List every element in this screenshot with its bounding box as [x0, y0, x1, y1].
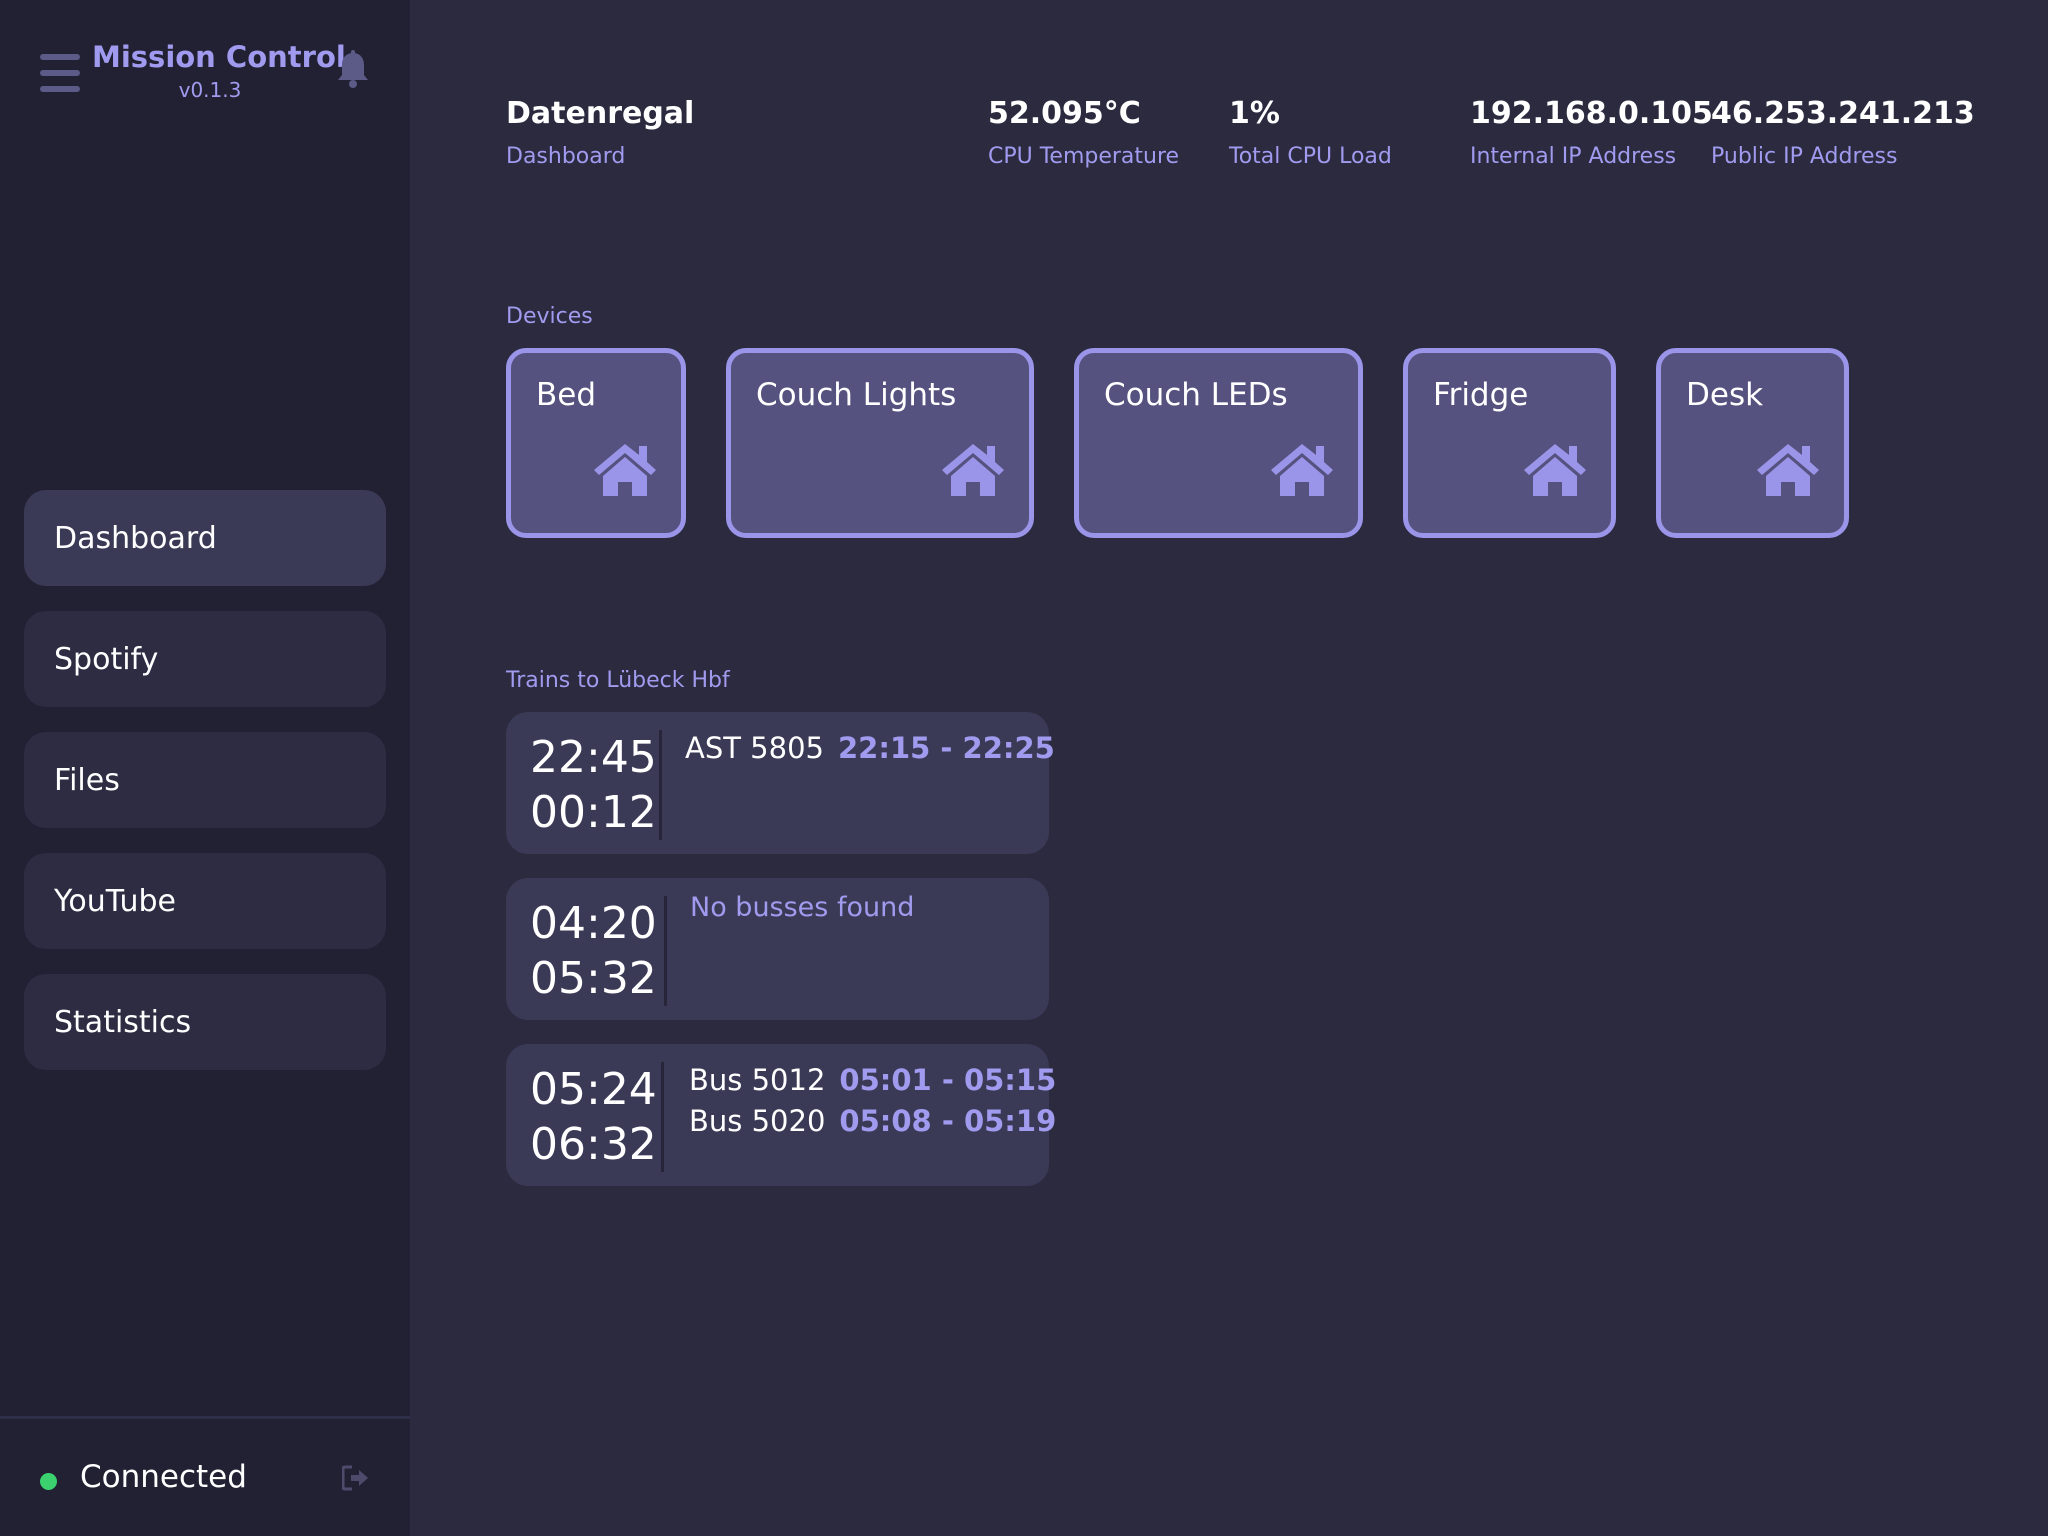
connection-times: 05:08 - 05:19 [839, 1104, 1057, 1138]
connection-list: AST 5805 22:15 - 22:25 [685, 728, 1055, 769]
departure-time: 04:20 [530, 898, 657, 949]
trains-heading: Trains to Lübeck Hbf [506, 668, 730, 693]
stat-value: 1% [1229, 96, 1280, 131]
stat-label: Total CPU Load [1229, 144, 1392, 169]
stat-value: 52.095°C [988, 96, 1141, 131]
home-icon [942, 444, 1004, 496]
train-card: 04:20 05:32 No busses found [506, 878, 1049, 1020]
device-name: Bed [536, 377, 597, 413]
divider [659, 730, 662, 840]
connection-line: Bus 5020 [689, 1104, 826, 1138]
stat-label: Public IP Address [1711, 144, 1898, 169]
device-name: Couch Lights [756, 377, 957, 413]
connection-line: AST 5805 [685, 731, 824, 765]
connection-times: 22:15 - 22:25 [837, 731, 1055, 765]
train-card: 05:24 06:32 Bus 5012 05:01 - 05:15 Bus 50… [506, 1044, 1056, 1186]
time-range: 05:24 06:32 [530, 1062, 657, 1172]
connection-row: AST 5805 22:15 - 22:25 [685, 728, 1055, 769]
home-icon [1271, 444, 1333, 496]
home-icon [594, 444, 656, 496]
empty-message: No busses found [690, 892, 915, 923]
stat-cpu-load: 1% Total CPU Load [1229, 94, 1392, 172]
home-icon [1524, 444, 1586, 496]
device-tile-desk[interactable]: Desk [1656, 348, 1849, 538]
home-icon [1757, 444, 1819, 496]
arrival-time: 05:32 [530, 953, 657, 1004]
train-card: 22:45 00:12 AST 5805 22:15 - 22:25 [506, 712, 1055, 854]
nav-item-youtube[interactable]: YouTube [24, 853, 386, 949]
divider [661, 1062, 664, 1172]
page-subtitle: Dashboard [506, 144, 626, 169]
menu-icon[interactable] [40, 54, 80, 92]
bell-icon[interactable] [336, 50, 370, 90]
page-header: Datenregal Dashboard [506, 94, 694, 172]
main-content: Datenregal Dashboard 52.095°C CPU Temper… [410, 0, 2048, 1536]
departure-time: 22:45 [530, 732, 657, 783]
devices-heading: Devices [506, 304, 593, 329]
arrival-time: 00:12 [530, 787, 657, 838]
page-title: Datenregal [506, 96, 695, 131]
device-tile-bed[interactable]: Bed [506, 348, 686, 538]
connection-row: Bus 5012 05:01 - 05:15 [689, 1060, 1056, 1101]
stat-value: 192.168.0.105 [1470, 96, 1713, 131]
arrival-time: 06:32 [530, 1119, 657, 1170]
stat-label: CPU Temperature [988, 144, 1180, 169]
time-range: 04:20 05:32 [530, 896, 657, 1006]
sidebar-footer: Connected [0, 1416, 410, 1536]
sidebar: Mission Control v0.1.3 Dashboard Spotify… [0, 0, 410, 1536]
sidebar-nav: Dashboard Spotify Files YouTube Statisti… [24, 490, 386, 1095]
stat-label: Internal IP Address [1470, 144, 1677, 169]
connection-times: 05:01 - 05:15 [839, 1063, 1057, 1097]
divider [664, 896, 667, 1006]
connection-line: Bus 5012 [689, 1063, 826, 1097]
device-tile-couch-leds[interactable]: Couch LEDs [1074, 348, 1363, 538]
device-name: Couch LEDs [1104, 377, 1288, 413]
device-name: Desk [1686, 377, 1764, 413]
nav-item-files[interactable]: Files [24, 732, 386, 828]
device-tile-fridge[interactable]: Fridge [1403, 348, 1616, 538]
connection-status: Connected [80, 1459, 247, 1495]
app: Mission Control v0.1.3 Dashboard Spotify… [0, 0, 2048, 1536]
stat-value: 46.253.241.213 [1711, 96, 1975, 131]
departure-time: 05:24 [530, 1064, 657, 1115]
nav-item-spotify[interactable]: Spotify [24, 611, 386, 707]
logout-icon[interactable] [342, 1465, 370, 1491]
stat-internal-ip: 192.168.0.105 Internal IP Address [1470, 94, 1713, 172]
connection-row: Bus 5020 05:08 - 05:19 [689, 1101, 1056, 1142]
app-title: Mission Control [92, 40, 346, 74]
nav-item-dashboard[interactable]: Dashboard [24, 490, 386, 586]
app-version: v0.1.3 [178, 78, 242, 102]
device-tile-couch-lights[interactable]: Couch Lights [726, 348, 1034, 538]
time-range: 22:45 00:12 [530, 730, 657, 840]
device-name: Fridge [1433, 377, 1529, 413]
status-dot [40, 1473, 57, 1490]
stat-cpu-temperature: 52.095°C CPU Temperature [988, 94, 1179, 172]
brand: Mission Control v0.1.3 [92, 38, 346, 104]
stat-public-ip: 46.253.241.213 Public IP Address [1711, 94, 1975, 172]
connection-list: Bus 5012 05:01 - 05:15 Bus 5020 05:08 - 05… [689, 1060, 1056, 1142]
nav-item-statistics[interactable]: Statistics [24, 974, 386, 1070]
